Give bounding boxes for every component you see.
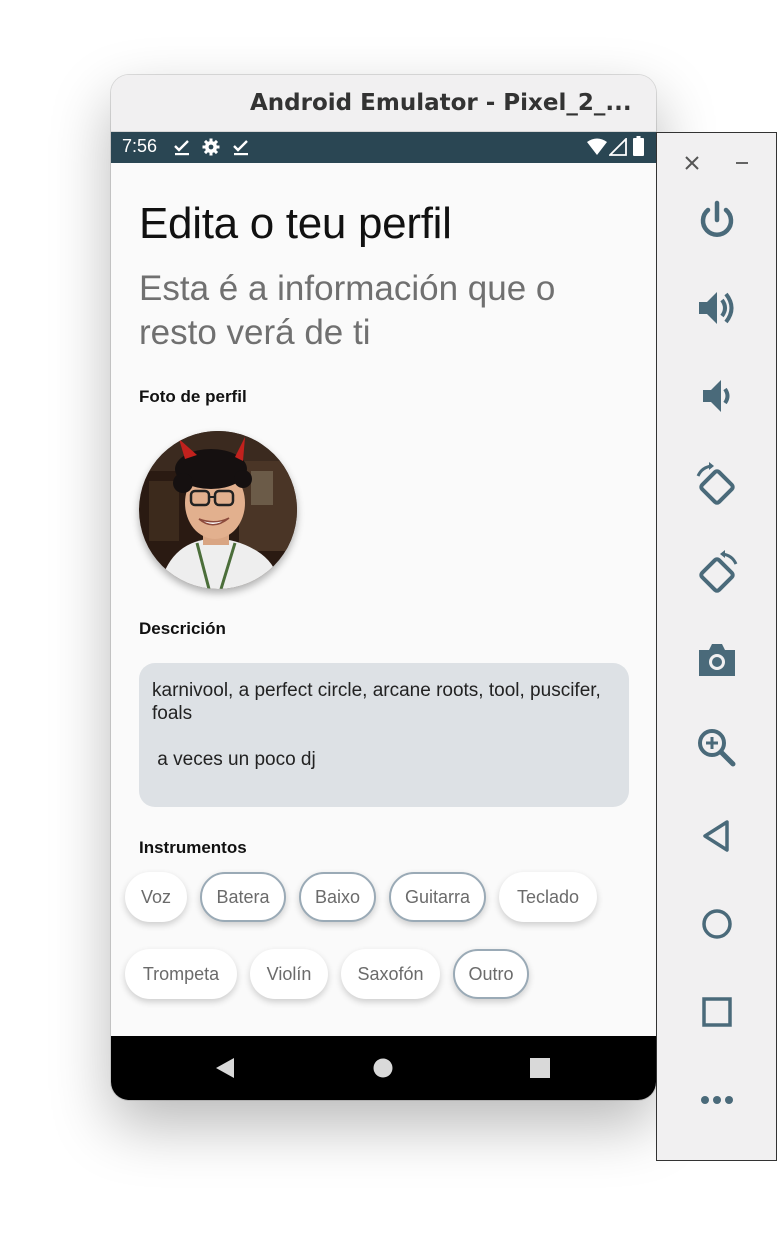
home-icon <box>702 909 732 939</box>
emulator-toolbar <box>656 132 777 1161</box>
home-button[interactable] <box>687 902 747 962</box>
rotate-right-icon <box>699 550 738 593</box>
chip-trompeta[interactable]: Trompeta <box>125 949 237 999</box>
navigation-bar <box>111 1036 656 1100</box>
signal-icon <box>609 138 627 156</box>
battery-icon <box>633 136 644 156</box>
power-icon <box>700 200 734 237</box>
overview-button[interactable] <box>687 990 747 1050</box>
chip-baixo[interactable]: Baixo <box>299 872 376 922</box>
chip-saxofon[interactable]: Saxofón <box>341 949 440 999</box>
check-icon <box>174 140 189 156</box>
volume-down-icon <box>703 380 730 412</box>
emulator-window: Android Emulator - Pixel_2_... 7:56 Edit… <box>111 75 656 1100</box>
minimize-icon[interactable] <box>734 155 750 171</box>
back-button[interactable] <box>687 814 747 874</box>
status-bar: 7:56 <box>111 132 656 163</box>
volume-up-button[interactable] <box>687 286 747 346</box>
home-circle-icon[interactable] <box>373 1058 393 1078</box>
close-icon[interactable] <box>684 155 700 171</box>
window-title: Android Emulator - Pixel_2_... <box>111 75 656 132</box>
chip-violin[interactable]: Violín <box>250 949 328 999</box>
wifi-icon <box>587 138 607 155</box>
check-icon <box>233 140 248 156</box>
rotate-right-button[interactable] <box>687 550 747 610</box>
volume-up-icon <box>699 292 734 324</box>
chip-outro[interactable]: Outro <box>453 949 529 999</box>
photo-label: Foto de perfil <box>139 387 247 406</box>
chip-voz[interactable]: Voz <box>125 872 187 922</box>
more-button[interactable] <box>687 1078 747 1138</box>
chip-guitarra[interactable]: Guitarra <box>389 872 486 922</box>
back-icon <box>703 820 729 852</box>
power-button[interactable] <box>687 198 747 258</box>
overview-icon <box>702 997 732 1027</box>
back-triangle-icon[interactable] <box>215 1057 235 1079</box>
volume-down-button[interactable] <box>687 374 747 434</box>
instruments-label: Instrumentos <box>139 838 247 857</box>
profile-photo[interactable] <box>139 431 297 589</box>
edit-profile-screen: Edita o teu perfil Esta é a información … <box>111 163 656 1036</box>
page-subtitle: Esta é a información que o resto verá de… <box>139 269 556 352</box>
status-time: 7:56 <box>122 136 158 156</box>
page-title: Edita o teu perfil <box>139 199 452 248</box>
chip-batera[interactable]: Batera <box>200 872 286 922</box>
description-field[interactable]: karnivool, a perfect circle, arcane root… <box>139 663 629 807</box>
recents-square-icon[interactable] <box>530 1058 550 1078</box>
zoom-icon <box>698 729 736 767</box>
settings-gear-icon <box>202 138 220 156</box>
chip-teclado[interactable]: Teclado <box>499 872 597 922</box>
screenshot-button[interactable] <box>687 638 747 698</box>
camera-icon <box>699 644 735 676</box>
profile-photo-image <box>139 431 297 589</box>
more-icon <box>701 1096 733 1104</box>
rotate-left-icon <box>696 462 735 505</box>
zoom-button[interactable] <box>687 726 747 786</box>
rotate-left-button[interactable] <box>687 462 747 522</box>
description-label: Descrición <box>139 619 226 638</box>
